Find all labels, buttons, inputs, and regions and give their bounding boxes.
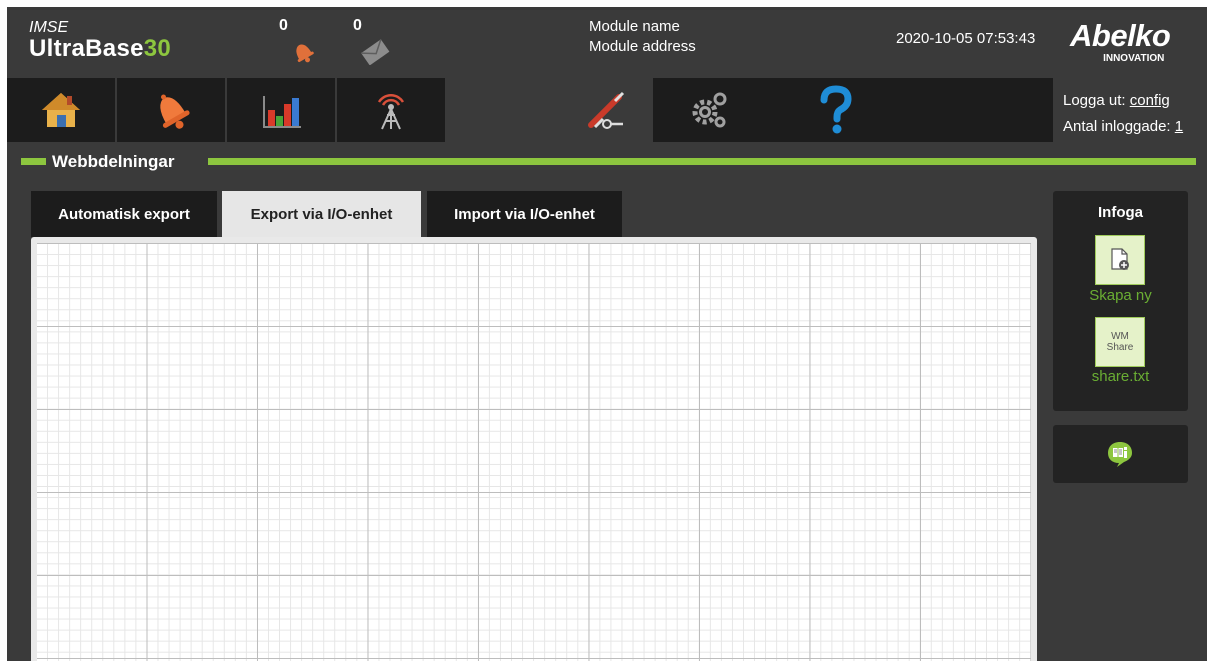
create-new-button[interactable] xyxy=(1095,235,1145,285)
nav-help[interactable] xyxy=(765,78,907,142)
brand-name: UltraBase xyxy=(29,35,144,62)
canvas-frame xyxy=(31,237,1037,661)
message-count: 0 xyxy=(353,17,362,34)
nav-communication[interactable] xyxy=(337,78,445,142)
main-nav: Logga ut: config Antal inloggade: 1 xyxy=(7,78,1207,142)
logged-in-label: Antal inloggade: xyxy=(1063,118,1171,135)
bar-chart-icon xyxy=(263,96,301,128)
wm-share-icon-line2: Share xyxy=(1106,342,1134,353)
brand-number: 30 xyxy=(143,35,172,62)
tab-automatic-export[interactable]: Automatisk export xyxy=(31,191,217,237)
module-name: Module name xyxy=(589,18,680,35)
antenna-icon xyxy=(377,93,405,130)
wm-share-icon-line1: WM xyxy=(1111,331,1129,342)
section-title: Webbdelningar xyxy=(52,152,175,171)
account-info: Logga ut: config Antal inloggade: 1 xyxy=(1063,88,1183,140)
tab-import-io[interactable]: Import via I/O-enhet xyxy=(427,191,622,237)
nav-home[interactable] xyxy=(7,78,115,142)
new-document-icon xyxy=(1111,248,1129,270)
datetime: 2020-10-05 07:53:43 xyxy=(896,30,1036,47)
nav-alarms[interactable] xyxy=(117,78,225,142)
brand-title: UltraBase30 xyxy=(29,35,171,63)
share-file-label[interactable]: share.txt xyxy=(1053,368,1188,385)
info-panel xyxy=(1053,425,1188,483)
logout-link[interactable]: config xyxy=(1130,92,1170,109)
envelope-icon[interactable] xyxy=(359,39,391,65)
share-file-button[interactable]: WM Share xyxy=(1095,317,1145,367)
insert-panel: Infoga Skapa ny WM Share share.txt xyxy=(1053,191,1188,411)
nav-charts[interactable] xyxy=(227,78,335,142)
section-header: Webbdelningar xyxy=(7,152,1207,171)
section-bar-left xyxy=(21,158,46,165)
nav-tools[interactable] xyxy=(561,78,653,142)
logged-in-count[interactable]: 1 xyxy=(1175,118,1183,135)
module-info: Module name Module address xyxy=(589,17,696,57)
logged-in-row: Antal inloggade: 1 xyxy=(1063,114,1183,140)
create-new-label[interactable]: Skapa ny xyxy=(1053,287,1188,304)
nav-spacer xyxy=(907,78,1053,142)
gears-icon xyxy=(692,92,727,128)
alarm-count: 0 xyxy=(279,17,288,34)
logo-name: Abelko xyxy=(1070,18,1171,53)
home-icon xyxy=(42,93,80,127)
tab-export-io[interactable]: Export via I/O-enhet xyxy=(222,191,421,238)
nav-settings[interactable] xyxy=(653,78,765,142)
wm-share-icon: WM Share xyxy=(1107,331,1134,353)
info-chat-icon[interactable] xyxy=(1106,440,1134,468)
logout-label: Logga ut: xyxy=(1063,92,1126,109)
abelko-logo: Abelko INNOVATION xyxy=(1070,18,1171,64)
logo-subtitle: INNOVATION xyxy=(1103,53,1165,64)
header: IMSE UltraBase30 0 0 Module name Module … xyxy=(7,7,1207,78)
bell-icon xyxy=(160,94,190,129)
section-bar-right xyxy=(208,158,1196,165)
tools-icon xyxy=(588,91,625,129)
insert-panel-title: Infoga xyxy=(1098,204,1143,221)
help-icon xyxy=(820,85,852,134)
app-window: IMSE UltraBase30 0 0 Module name Module … xyxy=(7,7,1207,661)
grid-canvas[interactable] xyxy=(37,243,1031,661)
logout-row: Logga ut: config xyxy=(1063,88,1183,114)
module-address: Module address xyxy=(589,38,696,55)
alarm-bell-icon[interactable] xyxy=(288,39,318,65)
